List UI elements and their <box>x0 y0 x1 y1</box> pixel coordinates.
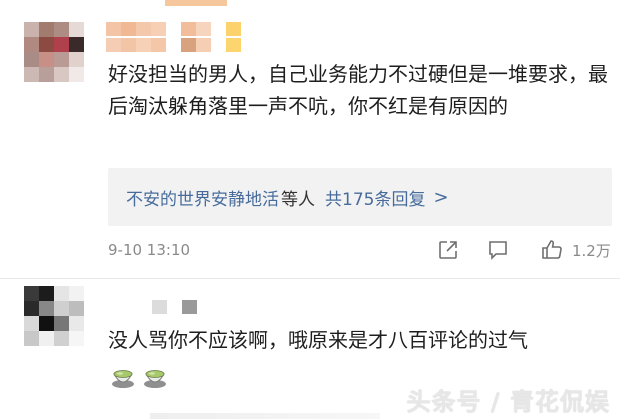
divider <box>0 278 620 279</box>
like-icon[interactable] <box>540 238 564 262</box>
chevron-right-icon: > <box>433 186 449 208</box>
username-mosaic <box>106 38 241 52</box>
comment-text: 没人骂你不应该啊，哦原来是才八百评论的过气 <box>108 328 528 352</box>
reply-users-link[interactable]: 不安的世界安静地活 <box>126 185 279 210</box>
username-mosaic[interactable] <box>152 300 197 314</box>
share-icon[interactable] <box>436 238 460 262</box>
tea-emoji-icon <box>112 370 134 388</box>
timestamp: 9-10 13:10 <box>108 241 191 259</box>
comment-icon[interactable] <box>486 238 510 262</box>
avatar[interactable] <box>24 22 84 82</box>
like-count: 1.2万 <box>572 242 611 260</box>
tea-emoji-icon <box>144 370 166 388</box>
avatar[interactable] <box>24 286 84 346</box>
reply-summary[interactable]: 不安的世界安静地活 等人 共175条回复 > <box>108 168 612 226</box>
reply-count[interactable]: 共175条回复 <box>325 185 425 210</box>
comment-meta: 9-10 13:10 1.2万 <box>108 236 620 264</box>
next-comment-preview <box>150 413 380 419</box>
comment-item: 好没担当的男人，自己业务能力不过硬但是一堆要求，最后淘汰躲角落里一声不吭，你不红… <box>0 0 620 274</box>
comment-text: 好没担当的男人，自己业务能力不过硬但是一堆要求，最后淘汰躲角落里一声不吭，你不红… <box>108 62 608 118</box>
watermark: 头条号 / 青花侃娱 <box>406 388 610 416</box>
reply-suffix: 等人 <box>281 189 315 210</box>
username-mosaic[interactable] <box>106 22 241 36</box>
emoji-row <box>110 364 168 390</box>
